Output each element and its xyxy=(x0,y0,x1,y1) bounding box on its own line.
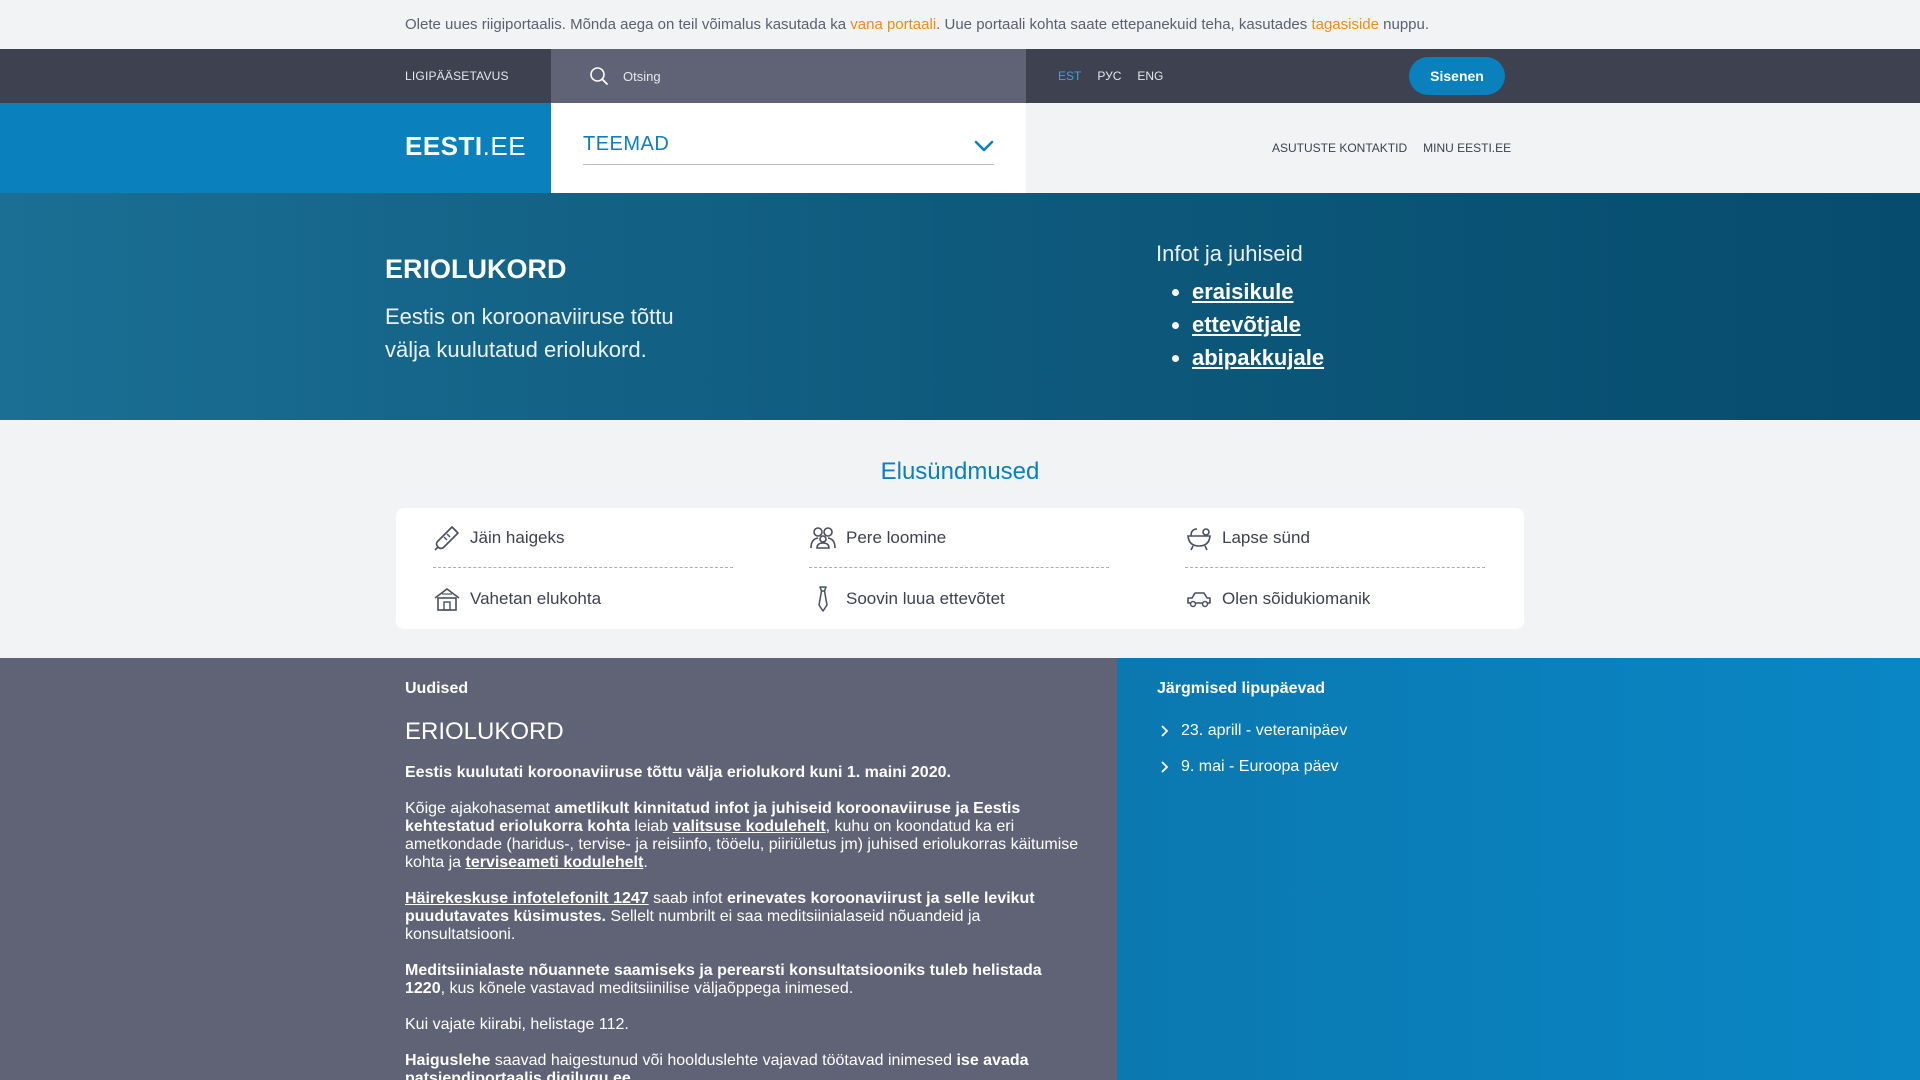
life-events-card: Jäin haigeks Pere loomine Lapse sünd Vah… xyxy=(396,508,1524,629)
event-family[interactable]: Pere loomine xyxy=(809,508,1109,568)
info-links: eraisikule ettevõtjale abipakkujale xyxy=(1192,275,1324,374)
hero-title: ERIOLUKORD xyxy=(385,254,567,284)
baby-bath-icon xyxy=(1187,527,1211,550)
info-item: ettevõtjale xyxy=(1192,308,1324,341)
chevron-down-icon xyxy=(974,140,994,152)
government-site-link[interactable]: valitsuse kodulehelt xyxy=(673,818,826,835)
flag-days-heading: Järgmised lipupäevad xyxy=(1157,680,1326,697)
news-title[interactable]: ERIOLUKORD xyxy=(405,718,564,746)
news-paragraph: Meditsiinialaste nõuannete saamiseks ja … xyxy=(405,962,1042,997)
flag-day-item[interactable]: 9. mai - Euroopa päev xyxy=(1157,749,1347,785)
chevron-right-icon xyxy=(1161,725,1169,737)
news-paragraph: Kõige ajakohasemat ametlikult kinnitatud… xyxy=(405,800,1079,871)
thermometer-icon xyxy=(434,525,459,551)
news-paragraph: Kui vajate kiirabi, helistage 112. xyxy=(405,1016,629,1033)
info-title: Infot ja juhiseid xyxy=(1156,241,1303,266)
nav-institution-contacts[interactable]: ASUTUSTE KONTAKTID xyxy=(1272,141,1407,155)
emergency-hero: ERIOLUKORD Eestis on koroonaviiruse tõtt… xyxy=(0,193,1920,420)
life-events-title: Elusündmused xyxy=(880,458,1040,485)
event-child-birth[interactable]: Lapse sünd xyxy=(1185,508,1485,568)
flag-day-item[interactable]: 23. aprill - veteranipäev xyxy=(1157,713,1347,749)
themes-dropdown[interactable]: TEEMAD xyxy=(583,133,994,165)
house-icon xyxy=(434,588,460,611)
site-logo[interactable]: EESTI.EE xyxy=(405,131,526,162)
hero-subtitle: Eestis on koroonaviiruse tõttu välja kuu… xyxy=(385,304,674,362)
health-board-link[interactable]: terviseameti kodulehelt xyxy=(465,854,643,871)
flag-days-list: 23. aprill - veteranipäev 9. mai - Euroo… xyxy=(1157,713,1347,785)
lang-est[interactable]: EST xyxy=(1058,69,1081,83)
event-vehicle-owner[interactable]: Olen sõidukiomanik xyxy=(1185,569,1485,629)
login-button[interactable]: Sisenen xyxy=(1409,57,1505,95)
emergency-hotline-link[interactable]: Häirekeskuse infotelefonilt 1247 xyxy=(405,890,649,907)
news-heading: Uudised xyxy=(405,680,469,697)
news-paragraph: Haiguslehe saavad haigestunud või hooldu… xyxy=(405,1052,1029,1080)
main-navbar: EESTI.EE TEEMAD ASUTUSTE KONTAKTID MINU … xyxy=(0,103,1920,193)
nav-links: ASUTUSTE KONTAKTID MINU EESTI.EE xyxy=(1272,141,1511,155)
lang-eng[interactable]: ENG xyxy=(1137,69,1163,83)
info-link-individuals[interactable]: eraisikule xyxy=(1192,279,1294,304)
news-paragraph: Eestis kuulutati koroonaviiruse tõttu vä… xyxy=(405,764,951,781)
themes-area: TEEMAD xyxy=(551,103,1026,193)
info-link-entrepreneurs[interactable]: ettevõtjale xyxy=(1192,312,1301,337)
chevron-right-icon xyxy=(1161,761,1169,773)
search-icon xyxy=(590,67,608,85)
family-icon xyxy=(810,526,836,549)
info-item: abipakkujale xyxy=(1192,341,1324,374)
search-input[interactable] xyxy=(623,64,1003,88)
lang-rus[interactable]: РУС xyxy=(1097,69,1121,83)
info-item: eraisikule xyxy=(1192,275,1324,308)
life-events-section: Elusündmused Jäin haigeks Pere loomine L… xyxy=(0,420,1920,658)
nav-my-eesti[interactable]: MINU EESTI.EE xyxy=(1423,141,1511,155)
accessibility-link[interactable]: LIGIPÄÄSETAVUS xyxy=(405,69,509,83)
event-change-residence[interactable]: Vahetan elukohta xyxy=(433,569,733,629)
feedback-link[interactable]: tagasiside xyxy=(1311,16,1379,33)
car-icon xyxy=(1187,592,1211,608)
old-portal-link[interactable]: vana portaali xyxy=(850,16,936,33)
info-link-helpers[interactable]: abipakkujale xyxy=(1192,345,1324,370)
news-section: Uudised ERIOLUKORD Eestis kuulutati koro… xyxy=(0,658,1117,1080)
language-switcher: EST РУС ENG xyxy=(1058,69,1163,83)
flag-days-section: Järgmised lipupäevad 23. aprill - vetera… xyxy=(1117,658,1920,1080)
themes-label: TEEMAD xyxy=(583,133,670,155)
top-bar: LIGIPÄÄSETAVUS EST РУС ENG Sisenen xyxy=(0,49,1920,103)
search-box[interactable] xyxy=(551,49,1026,103)
tie-icon xyxy=(818,586,828,612)
news-body: Eestis kuulutati koroonaviiruse tõttu vä… xyxy=(405,764,1080,1080)
notice-text: Olete uues riigiportaalis. Mõnda aega on… xyxy=(405,16,1430,33)
logo-area: EESTI.EE xyxy=(0,103,551,193)
event-got-sick[interactable]: Jäin haigeks xyxy=(433,508,733,568)
news-paragraph: Häirekeskuse infotelefonilt 1247 saab in… xyxy=(405,890,1035,943)
event-start-company[interactable]: Soovin luua ettevõtet xyxy=(809,569,1109,629)
notice-bar: Olete uues riigiportaalis. Mõnda aega on… xyxy=(0,0,1920,49)
